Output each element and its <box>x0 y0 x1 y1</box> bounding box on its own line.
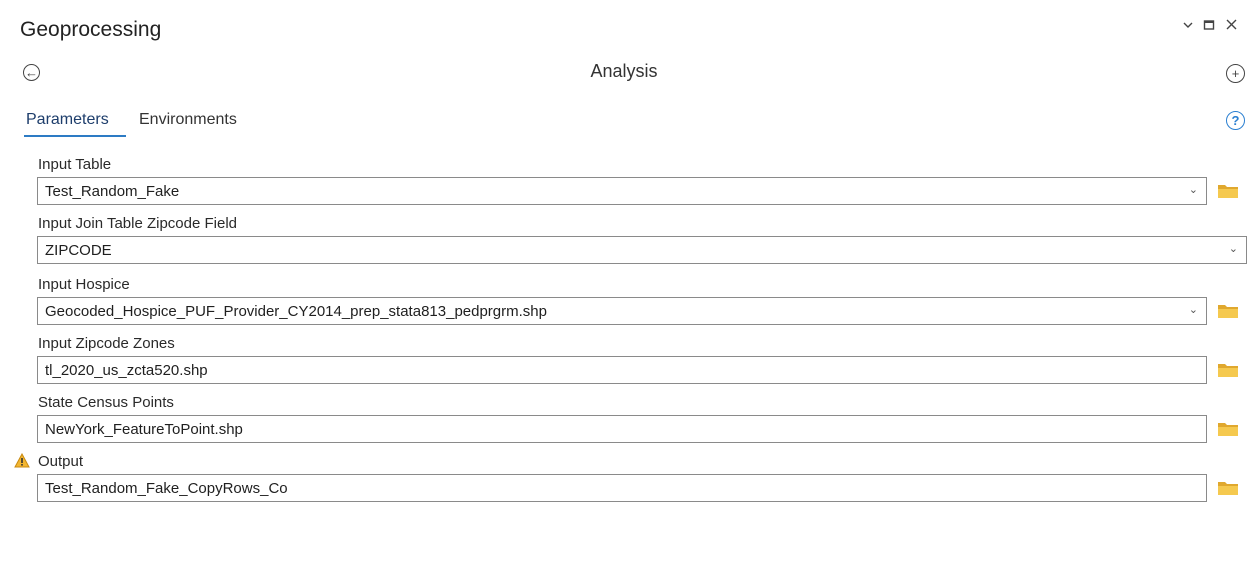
maximize-icon[interactable] <box>1203 18 1215 36</box>
folder-icon[interactable] <box>1217 183 1239 204</box>
active-tab-indicator <box>24 135 126 137</box>
input-table-label: Input Table <box>38 156 112 173</box>
tab-environments[interactable]: Environments <box>139 111 237 129</box>
output-input[interactable]: Test_Random_Fake_CopyRows_Co <box>37 474 1207 502</box>
join-field-value: ZIPCODE <box>45 241 112 259</box>
zipcode-zones-label: Input Zipcode Zones <box>38 335 175 352</box>
output-value: Test_Random_Fake_CopyRows_Co <box>45 479 288 497</box>
help-icon[interactable]: ? <box>1226 111 1245 130</box>
output-label: Output <box>38 453 84 470</box>
add-icon[interactable]: + <box>1226 64 1245 83</box>
zipcode-zones-input[interactable]: tl_2020_us_zcta520.shp <box>37 356 1207 384</box>
join-field-label: Input Join Table Zipcode Field <box>38 215 238 232</box>
folder-icon[interactable] <box>1217 480 1239 501</box>
zipcode-zones-value: tl_2020_us_zcta520.shp <box>45 361 208 379</box>
input-hospice-label: Input Hospice <box>38 276 130 293</box>
input-hospice-dropdown[interactable]: Geocoded_Hospice_PUF_Provider_CY2014_pre… <box>37 297 1207 325</box>
pane-title: Geoprocessing <box>20 18 162 41</box>
input-table-dropdown[interactable]: Test_Random_Fake ⌄ <box>37 177 1207 205</box>
census-points-label: State Census Points <box>38 394 174 411</box>
census-points-input[interactable]: NewYork_FeatureToPoint.shp <box>37 415 1207 443</box>
tool-name: Analysis <box>590 61 658 81</box>
join-field-dropdown[interactable]: ZIPCODE ⌄ <box>37 236 1247 264</box>
folder-icon[interactable] <box>1217 303 1239 324</box>
chevron-down-icon[interactable]: ⌄ <box>1189 303 1198 316</box>
input-table-value: Test_Random_Fake <box>45 182 180 200</box>
chevron-down-icon[interactable] <box>1182 18 1194 36</box>
folder-icon[interactable] <box>1217 362 1239 383</box>
census-points-value: NewYork_FeatureToPoint.shp <box>45 420 243 438</box>
input-hospice-value: Geocoded_Hospice_PUF_Provider_CY2014_pre… <box>45 302 547 320</box>
warning-icon[interactable] <box>14 452 30 468</box>
folder-icon[interactable] <box>1217 421 1239 442</box>
close-icon[interactable] <box>1225 18 1238 36</box>
chevron-down-icon[interactable]: ⌄ <box>1229 242 1238 255</box>
chevron-down-icon[interactable]: ⌄ <box>1189 183 1198 196</box>
tab-parameters[interactable]: Parameters <box>26 111 109 129</box>
